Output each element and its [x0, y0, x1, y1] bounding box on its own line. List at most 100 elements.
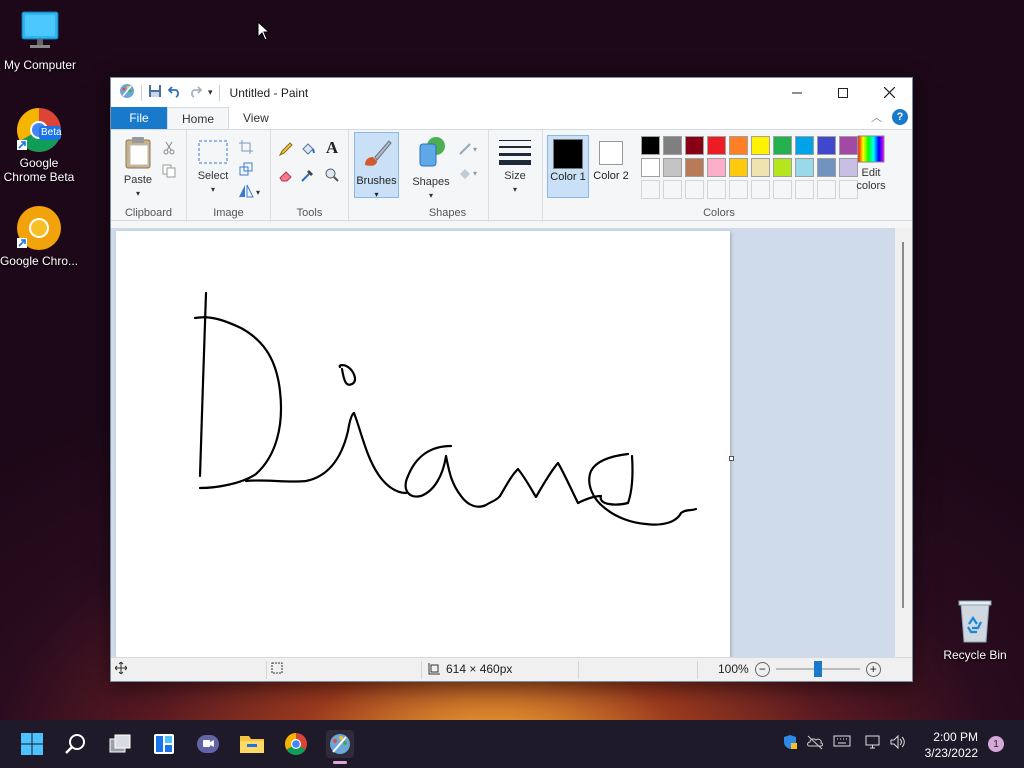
palette-swatch[interactable] — [729, 136, 748, 155]
resize-icon[interactable] — [237, 160, 255, 178]
rotate-icon[interactable]: ▾ — [237, 182, 263, 200]
color2-button[interactable]: Color 2 — [591, 135, 631, 198]
palette-swatch[interactable] — [685, 158, 704, 177]
crop-icon[interactable] — [237, 138, 255, 156]
group-colors: Color 1 Color 2 Edit colors Colors — [543, 130, 895, 222]
task-view-button[interactable] — [106, 730, 134, 758]
edit-colors-button[interactable]: Edit colors — [851, 135, 891, 193]
maximize-button[interactable] — [820, 78, 866, 107]
zoom-slider-thumb[interactable] — [813, 661, 822, 677]
palette-swatch[interactable] — [685, 136, 704, 155]
separator — [218, 84, 220, 101]
custom-color-slot[interactable] — [685, 180, 704, 199]
palette-swatch[interactable] — [707, 158, 726, 177]
palette-swatch[interactable] — [663, 136, 682, 155]
custom-color-slot[interactable] — [707, 180, 726, 199]
outline-icon[interactable]: ▾ — [457, 140, 483, 158]
scrollbar-thumb[interactable] — [902, 242, 904, 608]
zoom-out-button[interactable]: − — [754, 661, 770, 677]
file-explorer-button[interactable] — [238, 730, 266, 758]
color-picker-icon[interactable] — [299, 166, 317, 184]
fill-icon[interactable]: ▾ — [457, 164, 483, 182]
paint-window[interactable]: ▾ Untitled - Paint File Home View ︿ ? Pa… — [110, 77, 913, 682]
desktop-icon-my-computer[interactable]: My Computer — [0, 8, 80, 72]
palette-swatch[interactable] — [663, 158, 682, 177]
paste-label: Paste — [123, 174, 153, 186]
palette-swatch[interactable] — [751, 158, 770, 177]
palette-swatch[interactable] — [817, 158, 836, 177]
eraser-icon[interactable] — [277, 166, 295, 184]
save-icon[interactable] — [148, 84, 162, 101]
desktop-icon-label: Google Chro... — [0, 254, 79, 268]
tab-home[interactable]: Home — [167, 107, 230, 129]
widgets-button[interactable] — [150, 730, 178, 758]
tab-file[interactable]: File — [111, 107, 167, 129]
custom-color-slot[interactable] — [795, 180, 814, 199]
palette-swatch[interactable] — [729, 158, 748, 177]
windows-logo-icon — [21, 733, 43, 755]
redo-icon[interactable] — [188, 84, 203, 101]
recycle-bin-icon — [951, 598, 999, 646]
collapse-ribbon-icon[interactable]: ︿ — [871, 109, 882, 125]
custom-color-slot[interactable] — [663, 180, 682, 199]
shapes-button[interactable]: Shapes ▾ — [409, 134, 453, 202]
cut-icon[interactable] — [160, 139, 178, 157]
paste-button[interactable]: Paste ▾ — [119, 136, 157, 200]
select-button[interactable]: Select ▾ — [193, 138, 233, 196]
color-spectrum-icon — [857, 135, 885, 163]
start-button[interactable] — [18, 730, 46, 758]
custom-color-slot[interactable] — [751, 180, 770, 199]
custom-color-slot[interactable] — [641, 180, 660, 199]
palette-swatch[interactable] — [795, 136, 814, 155]
palette-swatch[interactable] — [707, 136, 726, 155]
undo-icon[interactable] — [167, 84, 182, 101]
palette-swatch[interactable] — [751, 136, 770, 155]
zoom-in-button[interactable]: + — [865, 661, 881, 677]
desktop-icon-chrome[interactable]: Google Chro... — [0, 204, 79, 268]
palette-swatch[interactable] — [773, 158, 792, 177]
fill-bucket-icon[interactable] — [299, 140, 317, 158]
tab-view[interactable]: View — [229, 107, 283, 129]
pencil-icon[interactable] — [277, 140, 295, 158]
security-shield-icon[interactable] — [782, 734, 798, 753]
paint-taskbar-button[interactable] — [326, 730, 354, 764]
network-icon[interactable] — [864, 734, 882, 753]
text-tool-icon[interactable]: A — [323, 138, 341, 157]
color1-button[interactable]: Color 1 — [547, 135, 589, 198]
help-icon[interactable]: ? — [892, 109, 908, 125]
canvas-resize-handle[interactable] — [729, 456, 734, 461]
custom-color-slot[interactable] — [773, 180, 792, 199]
palette-swatch[interactable] — [641, 136, 660, 155]
group-tools: A Tools — [271, 130, 349, 222]
palette-swatch[interactable] — [773, 136, 792, 155]
teams-chat-button[interactable] — [194, 730, 222, 758]
notification-badge[interactable]: 1 — [988, 736, 1004, 752]
chrome-taskbar-button[interactable] — [282, 730, 310, 758]
svg-text:▾: ▾ — [256, 188, 260, 197]
palette-swatch[interactable] — [817, 136, 836, 155]
palette-swatch[interactable] — [795, 158, 814, 177]
search-button[interactable] — [62, 730, 90, 758]
selection-icon — [271, 662, 283, 674]
onedrive-offline-icon[interactable] — [806, 734, 824, 753]
copy-icon[interactable] — [160, 162, 178, 180]
volume-icon[interactable] — [889, 734, 907, 753]
size-button[interactable]: Size ▾ — [495, 138, 535, 196]
close-button[interactable] — [866, 78, 912, 107]
custom-color-slot[interactable] — [729, 180, 748, 199]
taskbar-clock[interactable]: 2:00 PM 3/23/2022 — [925, 729, 978, 761]
zoom-level: 100% — [718, 662, 749, 676]
desktop-icon-chrome-beta[interactable]: Beta Google Chrome Beta — [0, 106, 79, 184]
magnifier-icon[interactable] — [323, 166, 341, 184]
canvas-size-text: 614 × 460px — [446, 662, 513, 676]
vertical-scrollbar[interactable] — [895, 228, 912, 658]
customize-toolbar-chevron-icon[interactable]: ▾ — [208, 87, 213, 98]
minimize-button[interactable] — [774, 78, 820, 107]
title-bar[interactable]: ▾ Untitled - Paint — [111, 78, 912, 107]
custom-color-slot[interactable] — [817, 180, 836, 199]
desktop-icon-recycle-bin[interactable]: Recycle Bin — [935, 598, 1015, 662]
drawing-canvas[interactable] — [116, 231, 730, 658]
keyboard-icon[interactable] — [833, 734, 851, 751]
palette-swatch[interactable] — [641, 158, 660, 177]
zoom-slider[interactable] — [775, 661, 860, 677]
